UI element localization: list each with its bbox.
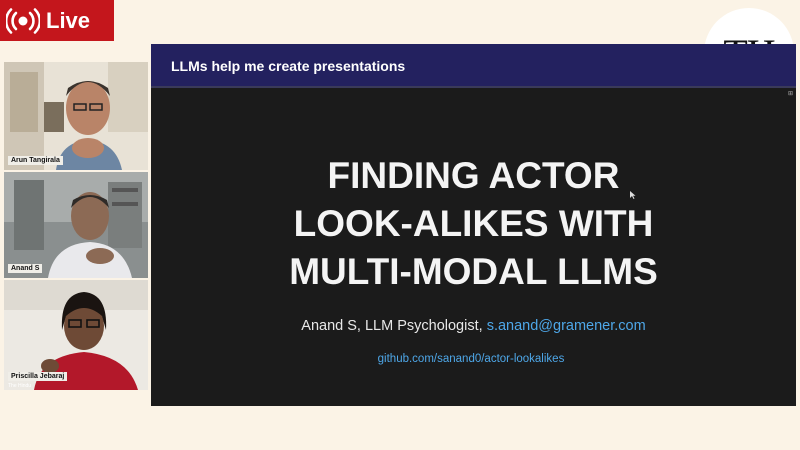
slide-header: LLMs help me create presentations <box>151 44 796 88</box>
slide-title: FINDING ACTOR LOOK-ALIKES WITH MULTI-MOD… <box>151 152 796 296</box>
participant-name: Arun Tangirala <box>8 156 63 165</box>
participant-name: Anand S <box>8 264 43 273</box>
slide-title-line: MULTI-MODAL LLMS <box>289 251 658 292</box>
participant-tile[interactable]: Arun Tangirala <box>4 62 148 170</box>
mouse-cursor-icon <box>630 191 636 199</box>
slide-author-line: Anand S, LLM Psychologist, s.anand@grame… <box>151 318 796 334</box>
live-badge: Live <box>0 0 114 41</box>
author-credit: Anand S, LLM Psychologist, <box>301 318 487 334</box>
participant-tile[interactable]: Anand S <box>4 172 148 278</box>
broadcast-icon <box>0 0 46 41</box>
participant-name: Priscilla Jebaraj <box>8 372 68 381</box>
participant-affiliation: The Hindu <box>8 383 32 389</box>
expand-icon[interactable]: ⊞ <box>788 90 794 97</box>
participant-video <box>4 172 148 278</box>
slide-title-line: LOOK-ALIKES WITH <box>293 203 654 244</box>
repository-link[interactable]: github.com/sanand0/actor-lookalikes <box>151 353 791 365</box>
participant-video <box>4 62 148 170</box>
presentation-slide: LLMs help me create presentations FINDIN… <box>151 44 796 406</box>
participant-tile[interactable]: Priscilla Jebaraj The Hindu <box>4 280 148 390</box>
slide-header-text: LLMs help me create presentations <box>171 58 406 74</box>
slide-title-line: FINDING ACTOR <box>327 155 620 196</box>
live-label: Live <box>46 7 91 33</box>
author-email-link[interactable]: s.anand@gramener.com <box>487 318 646 334</box>
